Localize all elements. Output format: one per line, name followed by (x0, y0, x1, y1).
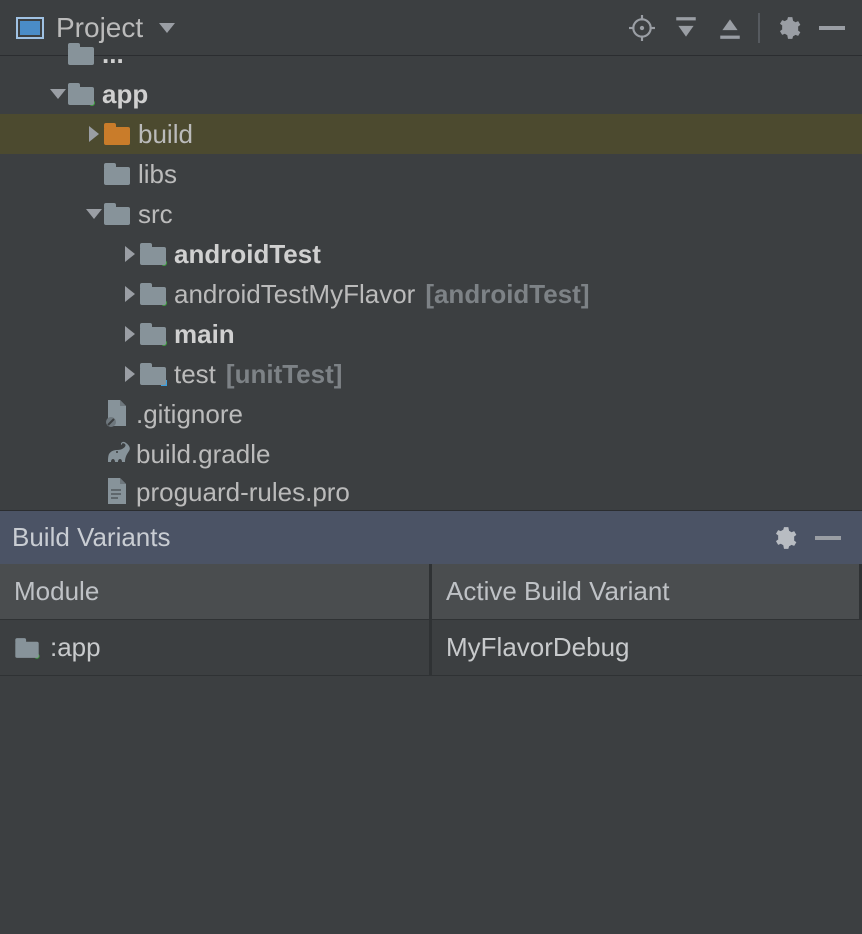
active-variant-value: MyFlavorDebug (446, 632, 630, 663)
column-header-module[interactable]: Module (0, 564, 432, 620)
collapse-all-icon (717, 15, 743, 41)
project-view-label: Project (56, 12, 143, 44)
module-name: :app (50, 632, 101, 663)
variants-hide-button[interactable] (806, 516, 850, 560)
project-view-selector[interactable]: Project (8, 8, 183, 48)
expand-all-button[interactable] (664, 6, 708, 50)
build-variants-title: Build Variants (12, 522, 171, 553)
folder-icon (68, 43, 94, 65)
tree-arrow[interactable] (84, 204, 104, 224)
tree-item-label: androidTestMyFlavor (174, 279, 415, 310)
tree-arrow[interactable] (120, 284, 140, 304)
folder-icon (104, 203, 130, 225)
tree-item-proguard[interactable]: proguard-rules.pro (0, 474, 862, 510)
crosshair-icon (629, 15, 655, 41)
hide-panel-button[interactable] (810, 6, 854, 50)
collapse-all-button[interactable] (708, 6, 752, 50)
column-header-active-variant[interactable]: Active Build Variant (432, 564, 862, 620)
variants-settings-button[interactable] (762, 516, 806, 560)
toolbar-divider (758, 13, 760, 43)
tree-item-label: src (138, 199, 173, 230)
tree-item-label: build.gradle (136, 439, 270, 470)
expand-all-icon (673, 15, 699, 41)
tree-item-suffix: [unitTest] (226, 359, 343, 390)
tree-item-test[interactable]: test [unitTest] (0, 354, 862, 394)
tree-arrow[interactable] (84, 124, 104, 144)
test-folder-icon (140, 363, 166, 385)
source-folder-icon (140, 323, 166, 345)
variants-empty-area (0, 676, 862, 934)
text-file-icon (104, 478, 128, 506)
minimize-icon (819, 26, 845, 30)
active-variant-cell[interactable]: MyFlavorDebug (432, 620, 862, 676)
build-variants-header: Build Variants (0, 510, 862, 564)
tree-item-gitignore[interactable]: .gitignore (0, 394, 862, 434)
tree-item-androidtestmyflavor[interactable]: androidTestMyFlavor [androidTest] (0, 274, 862, 314)
folder-icon (104, 163, 130, 185)
module-folder-icon (68, 83, 94, 105)
module-cell[interactable]: :app (0, 620, 432, 676)
tree-item-label: test (174, 359, 216, 390)
tree-item-label: main (174, 319, 235, 350)
tree-item-label: app (102, 79, 148, 110)
tree-arrow[interactable] (120, 244, 140, 264)
tree-item-main[interactable]: main (0, 314, 862, 354)
project-tree: ... app build libs src androidTest andro… (0, 56, 862, 510)
tree-item-label: build (138, 119, 193, 150)
tree-arrow[interactable] (120, 324, 140, 344)
chevron-down-icon (159, 23, 175, 33)
tree-item-label: .gitignore (136, 399, 243, 430)
gradle-file-icon (104, 440, 128, 468)
gitignore-file-icon (104, 400, 128, 428)
tree-arrow[interactable] (48, 84, 68, 104)
build-variants-table: Module Active Build Variant :app MyFlavo… (0, 564, 862, 676)
tree-item-app[interactable]: app (0, 74, 862, 114)
gear-icon (775, 15, 801, 41)
tree-item-build-gradle[interactable]: build.gradle (0, 434, 862, 474)
locate-file-button[interactable] (620, 6, 664, 50)
project-icon (16, 17, 44, 39)
build-folder-icon (104, 123, 130, 145)
tree-item-label: androidTest (174, 239, 321, 270)
panel-settings-button[interactable] (766, 6, 810, 50)
tree-arrow[interactable] (120, 364, 140, 384)
module-folder-icon (15, 638, 38, 658)
source-folder-icon (140, 243, 166, 265)
minimize-icon (815, 536, 841, 540)
tree-item-label: proguard-rules.pro (136, 477, 350, 508)
gear-icon (771, 525, 797, 551)
tree-item-libs[interactable]: libs (0, 154, 862, 194)
tree-item-androidtest[interactable]: androidTest (0, 234, 862, 274)
source-folder-icon (140, 283, 166, 305)
tree-item-src[interactable]: src (0, 194, 862, 234)
tree-item-build[interactable]: build (0, 114, 862, 154)
tree-item-suffix: [androidTest] (425, 279, 589, 310)
tree-item-label: libs (138, 159, 177, 190)
